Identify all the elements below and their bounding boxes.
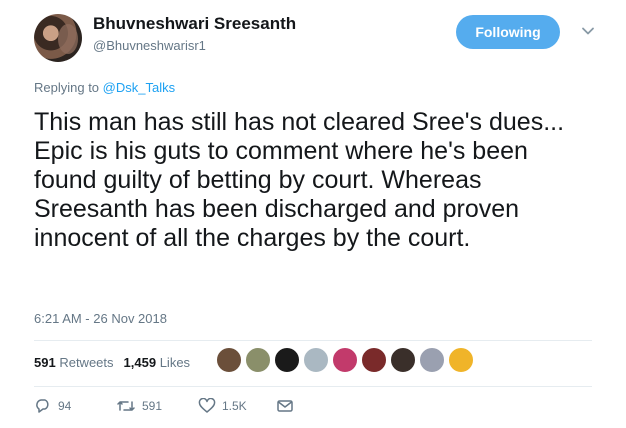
likes-count: 1,459 [123, 355, 157, 370]
liker-avatars [216, 347, 477, 377]
retweets-label: Retweets [59, 355, 114, 370]
tweet-timestamp[interactable]: 6:21 AM - 26 Nov 2018 [34, 311, 167, 326]
retweets-count: 591 [34, 355, 56, 370]
avatar[interactable] [34, 14, 82, 62]
liker-avatar[interactable] [245, 347, 271, 373]
tweet-text: This man has still has not cleared Sree'… [34, 108, 565, 252]
tweet-header: Bhuvneshwari Sreesanth @Bhuvneshwarisr1 … [34, 10, 606, 66]
liker-avatar[interactable] [216, 347, 242, 373]
envelope-icon [277, 400, 293, 412]
liker-avatar[interactable] [361, 347, 387, 373]
liker-avatar[interactable] [332, 347, 358, 373]
reply-action[interactable]: 94 [34, 398, 71, 414]
liker-avatar[interactable] [419, 347, 445, 373]
like-count: 1.5K [222, 399, 247, 413]
replying-to: Replying to @Dsk_Talks [34, 80, 175, 95]
liker-avatar[interactable] [274, 347, 300, 373]
retweets-stat[interactable]: 591 Retweets [34, 355, 114, 370]
author-handle[interactable]: @Bhuvneshwarisr1 [93, 38, 206, 53]
divider [34, 340, 592, 341]
chevron-down-icon[interactable] [581, 24, 595, 38]
retweet-icon [117, 401, 135, 411]
like-action[interactable]: 1.5K [198, 398, 247, 414]
mention-link[interactable]: @Dsk_Talks [103, 80, 175, 95]
liker-avatar[interactable] [303, 347, 329, 373]
likes-stat[interactable]: 1,459 Likes [124, 355, 191, 370]
heart-icon [198, 398, 216, 413]
likes-label: Likes [159, 355, 191, 370]
liker-avatar[interactable] [390, 347, 416, 373]
tweet-actions: 94 591 1.5K [34, 398, 334, 420]
replying-to-label: Replying to [34, 80, 103, 95]
reply-count: 94 [58, 399, 72, 413]
following-button[interactable]: Following [456, 15, 560, 49]
author-name[interactable]: Bhuvneshwari Sreesanth [93, 14, 296, 34]
divider [34, 386, 592, 387]
reply-icon [36, 399, 49, 413]
liker-avatar[interactable] [448, 347, 474, 373]
tweet-stats: 591 Retweets 1,459 Likes [34, 355, 190, 370]
retweet-action[interactable]: 591 [116, 398, 162, 414]
direct-message-action[interactable] [276, 398, 300, 414]
retweet-count: 591 [142, 399, 163, 413]
